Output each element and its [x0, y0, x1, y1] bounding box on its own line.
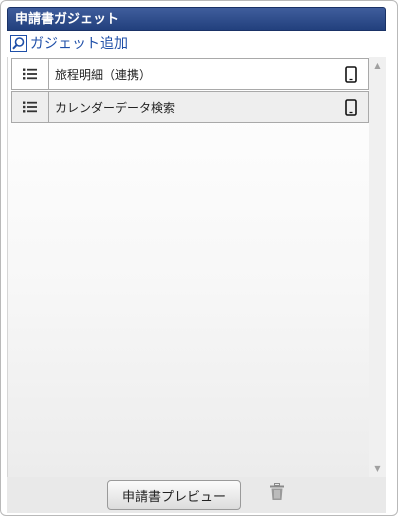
trash-icon[interactable]: [269, 483, 285, 501]
list-icon[interactable]: [12, 92, 49, 122]
panel-title: 申請書ガジェット: [7, 7, 386, 31]
gadget-list: 旅程明細（連携） カレンダーデータ検索 ▲ ▼: [7, 57, 386, 477]
gadget-panel: 申請書ガジェット ガジェット追加 旅程明細（連携） カレンダーデータ検索 ▲ ▼…: [0, 0, 398, 516]
add-gadget-label: ガジェット追加: [30, 36, 128, 52]
list-icon[interactable]: [12, 59, 49, 89]
gadget-row[interactable]: カレンダーデータ検索: [11, 91, 369, 123]
gadget-label: 旅程明細（連携）: [55, 67, 152, 82]
vertical-scrollbar[interactable]: ▲ ▼: [369, 57, 386, 477]
search-icon: [10, 34, 27, 52]
gadget-row[interactable]: 旅程明細（連携）: [11, 58, 369, 90]
preview-button[interactable]: 申請書プレビュー: [107, 480, 241, 510]
scroll-up-arrow-icon[interactable]: ▲: [369, 57, 386, 74]
smartphone-icon[interactable]: [334, 92, 368, 122]
add-gadget-link[interactable]: ガジェット追加: [10, 33, 128, 53]
scroll-down-arrow-icon[interactable]: ▼: [369, 460, 386, 477]
panel-footer: 申請書プレビュー: [7, 477, 386, 513]
smartphone-icon[interactable]: [334, 59, 368, 89]
gadget-label: カレンダーデータ検索: [55, 100, 176, 115]
